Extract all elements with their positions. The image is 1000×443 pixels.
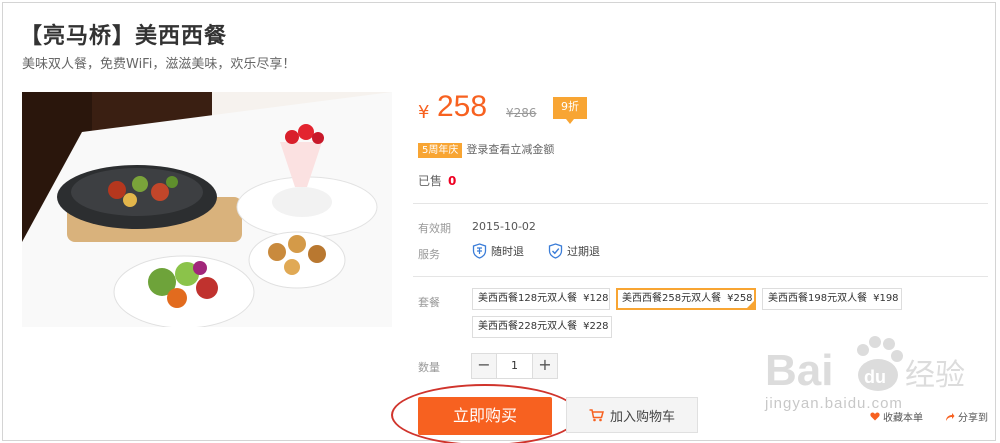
svg-text:经验: 经验: [905, 358, 965, 393]
add-to-cart-button[interactable]: 加入购物车: [566, 397, 698, 433]
sold-number: 0: [448, 174, 457, 188]
package-name: 美西西餐198元双人餐: [768, 293, 868, 304]
package-option[interactable]: 美西西餐128元双人餐 ¥128: [472, 288, 610, 310]
promo-text[interactable]: 登录查看立减金额: [466, 143, 554, 156]
service-label-anytime: 随时退: [491, 245, 524, 258]
refund-anytime-icon: [472, 243, 487, 259]
share-label: 分享到: [958, 413, 988, 424]
divider: [413, 276, 988, 277]
anniversary-badge: 5周年庆: [418, 142, 463, 158]
package-option-selected[interactable]: 美西西餐258元双人餐 ¥258: [616, 288, 756, 310]
svg-text:du: du: [864, 367, 886, 387]
cart-icon: [589, 408, 604, 421]
svg-text:Bai: Bai: [765, 346, 833, 395]
add-to-cart-label: 加入购物车: [609, 409, 675, 425]
favorite-link[interactable]: 收藏本单: [870, 409, 923, 424]
heart-icon: [870, 412, 880, 421]
package-price: ¥258: [727, 293, 753, 304]
promo-line[interactable]: 5周年庆 登录查看立减金额: [418, 141, 554, 158]
product-photo[interactable]: [22, 92, 392, 327]
package-option[interactable]: 美西西餐198元双人餐 ¥198: [762, 288, 902, 310]
discount-badge: 9折: [553, 97, 587, 124]
package-price: ¥198: [873, 293, 899, 304]
package-option[interactable]: 美西西餐228元双人餐 ¥228: [472, 316, 612, 338]
package-label: 套餐: [418, 296, 440, 309]
current-price: 258: [437, 90, 488, 123]
page-title: 【亮马桥】美西西餐: [20, 24, 228, 49]
sold-label: 已售: [418, 174, 443, 188]
sold-count: 已售 0: [418, 172, 456, 189]
quantity-label: 数量: [418, 361, 440, 374]
quantity-input[interactable]: 1: [496, 354, 533, 378]
share-icon: [946, 412, 955, 421]
quantity-increase-button[interactable]: +: [533, 354, 557, 378]
validity-value: 2015-10-02: [472, 220, 536, 233]
annotation-circle: [391, 384, 579, 443]
service-label: 服务: [418, 248, 440, 261]
service-refund-expired: 过期退: [548, 243, 600, 259]
refund-expired-icon: [548, 243, 563, 259]
baidu-watermark-logo: Bai du 经验: [765, 336, 965, 395]
service-refund-anytime: 随时退: [472, 243, 524, 259]
divider: [413, 203, 988, 204]
favorite-label: 收藏本单: [883, 413, 923, 424]
package-name: 美西西餐258元双人餐: [622, 293, 722, 304]
price-symbol: ¥: [418, 102, 430, 123]
package-price: ¥228: [583, 321, 609, 332]
share-link[interactable]: 分享到: [945, 409, 988, 424]
package-name: 美西西餐128元双人餐: [478, 293, 578, 304]
validity-label: 有效期: [418, 222, 451, 235]
food-photo-illustration: [22, 92, 392, 327]
quantity-decrease-button[interactable]: −: [472, 354, 496, 378]
service-label-expired: 过期退: [567, 245, 600, 258]
page-subtitle: 美味双人餐，免费WiFi，滋滋美味，欢乐尽享！: [22, 57, 296, 72]
package-name: 美西西餐228元双人餐: [478, 321, 578, 332]
package-price: ¥128: [583, 293, 609, 304]
quantity-stepper: − 1 +: [471, 353, 558, 379]
original-price: ¥286: [506, 106, 537, 120]
